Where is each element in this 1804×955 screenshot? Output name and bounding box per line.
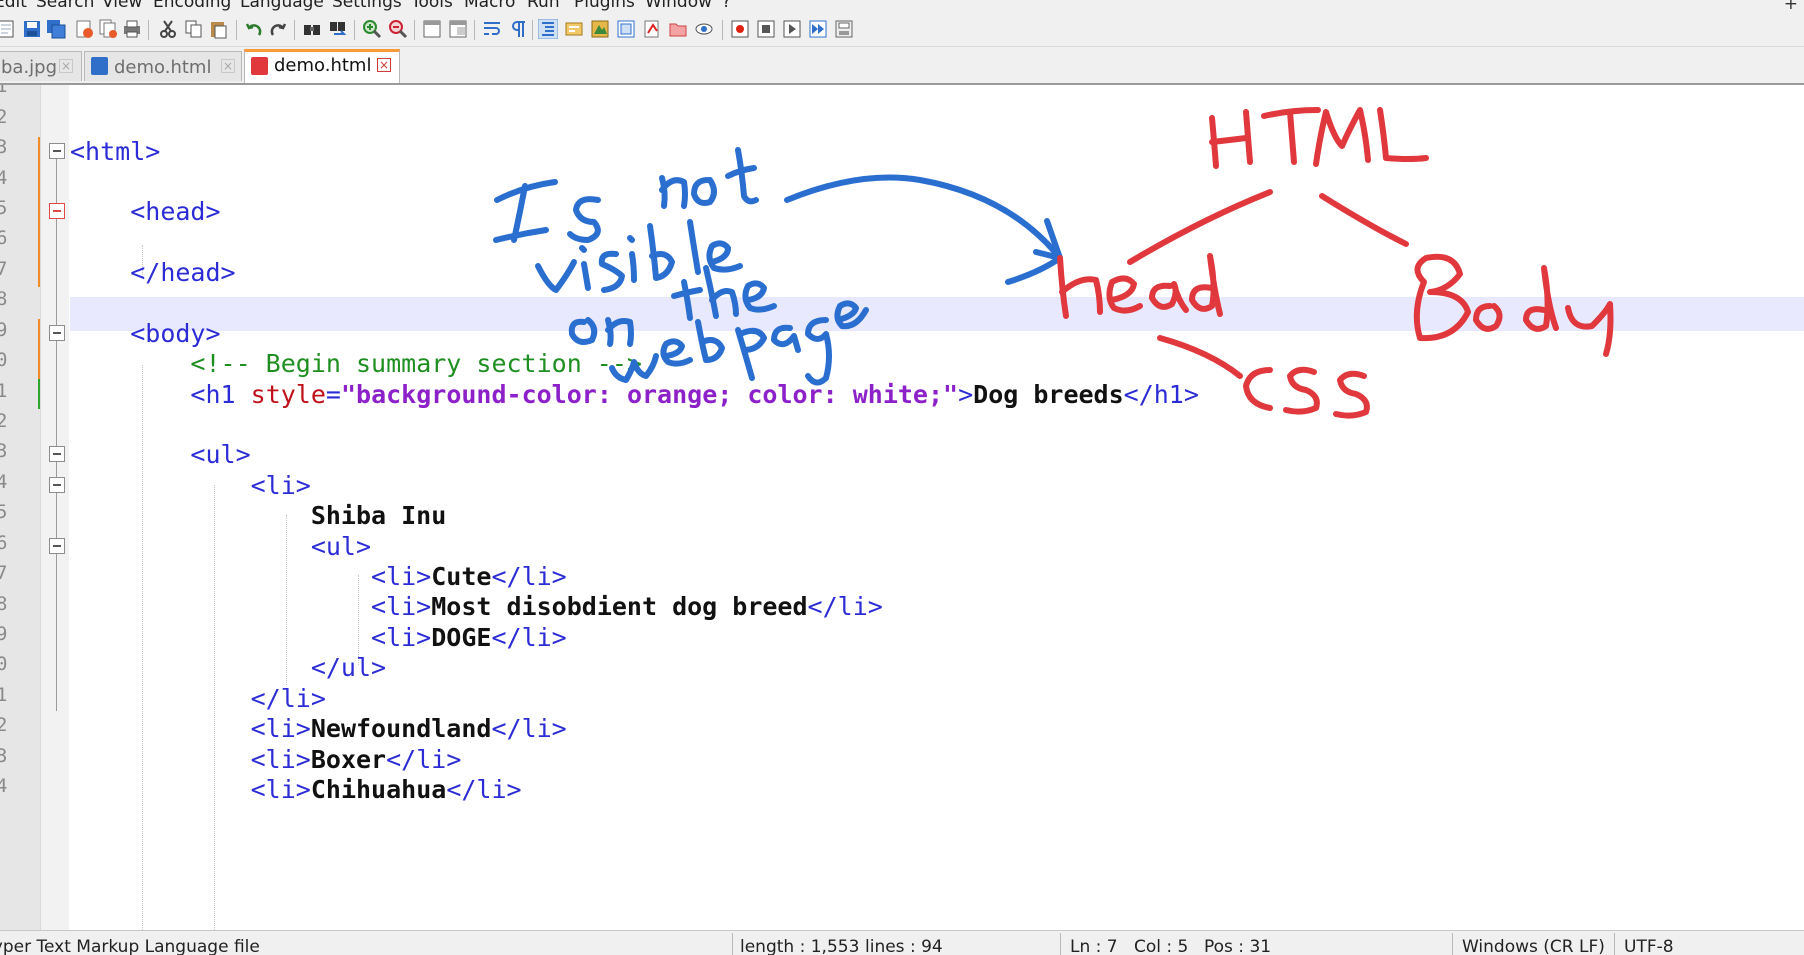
status-separator: [732, 933, 733, 955]
file-type-label: Hyper Text Markup Language file: [0, 937, 260, 955]
end-of-line-format[interactable]: Windows (CR LF): [1462, 937, 1605, 955]
cursor-column: Col : 5: [1134, 937, 1189, 955]
cursor-position: Pos : 31: [1204, 937, 1272, 955]
handwritten-html-tree: [1057, 107, 1614, 419]
encoding-label[interactable]: UTF-8: [1624, 937, 1674, 955]
cursor-line: Ln : 7: [1070, 937, 1118, 955]
status-bar: Hyper Text Markup Language file length :…: [0, 930, 1804, 955]
document-length: length : 1,553: [740, 937, 860, 955]
pen-annotations: [493, 107, 1614, 419]
status-separator: [1060, 933, 1061, 955]
handwritten-note-not-visible: [493, 147, 1063, 386]
status-separator: [1614, 933, 1615, 955]
line-count: lines : 94: [865, 937, 943, 955]
status-separator: [1452, 933, 1453, 955]
